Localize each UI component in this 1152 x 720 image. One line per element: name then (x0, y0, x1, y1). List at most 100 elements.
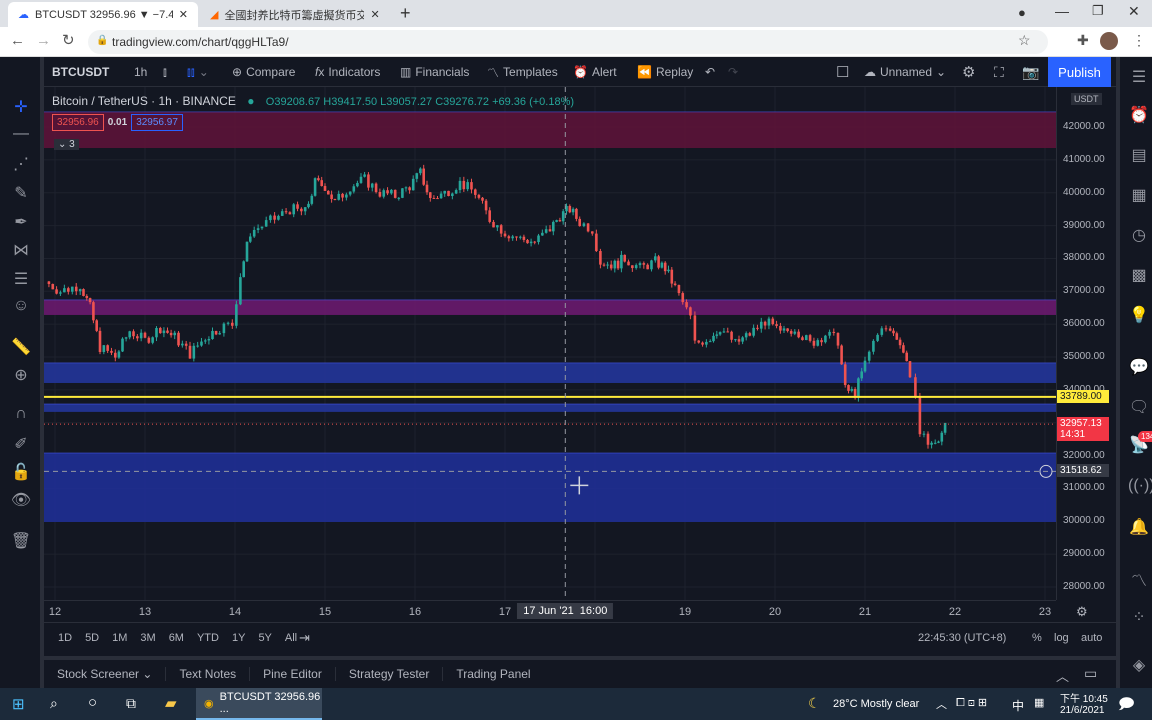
candles-style-icon[interactable]: ⫾⫾ ⌄ (187, 57, 209, 87)
trend-line-tool-icon[interactable]: — (10, 125, 32, 147)
range-button-1m[interactable]: 1M (112, 632, 127, 644)
tray-icons[interactable]: ⧠ ⊡ ⊞ (956, 696, 987, 710)
compare-button[interactable]: ⊕ Compare (232, 57, 295, 87)
clock-time[interactable]: 下午 10:45 (1060, 690, 1108, 705)
buy-price-button[interactable]: 32956.97 (131, 114, 183, 131)
broadcast-icon[interactable]: ((·)) (1128, 477, 1152, 499)
close-tab-icon[interactable]: ✕ (370, 8, 379, 21)
range-button-6m[interactable]: 6M (169, 632, 184, 644)
pen-tool-icon[interactable]: ✒ (10, 212, 32, 234)
url-input[interactable]: 🔒 tradingview.com/chart/qggHLTa9/ (88, 30, 1048, 54)
tab-trading-panel[interactable]: Trading Panel (443, 667, 543, 681)
zoom-in-icon[interactable]: ⊕ (10, 365, 32, 387)
crosshair-tool-icon[interactable]: ✛ (10, 97, 32, 119)
redo-button[interactable]: ↷ (728, 57, 738, 87)
settings-gear-icon[interactable]: ⚙ (962, 57, 975, 87)
price-axis[interactable]: 42000.00 41000.00 40000.00 39000.00 38000.00… (1056, 87, 1116, 600)
emoji-icon[interactable]: ☺ (10, 297, 32, 319)
windows-start-icon[interactable]: ⊞ (12, 695, 25, 713)
range-button-1y[interactable]: 1Y (232, 632, 245, 644)
templates-button[interactable]: 〽 Templates (487, 57, 558, 87)
tray-chevron-up-icon[interactable]: ︿ (936, 696, 947, 712)
browser-tab[interactable]: ◢ 全國封养比特币籌虛擬货币交易 ✕ (200, 2, 390, 27)
reload-button[interactable]: ↻ (62, 31, 75, 49)
alert-button[interactable]: ⏰ Alert (573, 57, 617, 87)
percent-scale-toggle[interactable]: % (1032, 632, 1042, 644)
messages-icon[interactable]: 🗨 (1128, 397, 1150, 419)
time-axis[interactable]: 12 13 14 15 16 17 19 20 21 22 23 17 Jun '21 16:00 (44, 600, 1056, 622)
new-tab-button[interactable]: + (400, 3, 411, 24)
tab-strategy-tester[interactable]: Strategy Tester (336, 667, 444, 681)
tab-pine-editor[interactable]: Pine Editor (250, 667, 336, 681)
bookmark-star-icon[interactable]: ☆ (1018, 32, 1031, 49)
news-icon[interactable]: ▦ (1128, 185, 1150, 207)
avatar[interactable] (1100, 32, 1118, 50)
taskbar-chrome-app[interactable]: ◉ BTCUSDT 32956.96 ... (196, 688, 322, 720)
close-window-button[interactable]: ✕ (1128, 3, 1140, 20)
bar-style-icon[interactable]: ⫾ (163, 57, 167, 87)
eye-icon[interactable]: 👁 (10, 490, 32, 512)
ime-indicator[interactable]: 中 (1012, 697, 1024, 714)
fib-tool-icon[interactable]: ⋰ (10, 154, 32, 176)
trash-icon[interactable]: 🗑 (10, 531, 32, 553)
financials-button[interactable]: ▥ Financials (400, 57, 469, 87)
ime-grid-icon[interactable]: ▦ (1034, 696, 1044, 709)
layout-name-button[interactable]: ☁ Unnamed ⌄ (864, 57, 946, 87)
undo-button[interactable]: ↶ (705, 57, 715, 87)
hotlist-icon[interactable]: ▩ (1128, 265, 1150, 287)
file-explorer-icon[interactable]: ▰ (165, 694, 177, 712)
lock-drawings-icon[interactable]: ✐ (10, 434, 32, 456)
range-button-ytd[interactable]: YTD (197, 632, 219, 644)
publish-button[interactable]: Publish (1048, 57, 1111, 87)
clock-date[interactable]: 21/6/2021 (1060, 705, 1105, 716)
tab-stock-screener[interactable]: Stock Screener ⌄ (44, 667, 167, 681)
magnet-icon[interactable]: ∩ (10, 405, 32, 427)
notifications-icon[interactable]: 🗩 (1118, 694, 1135, 719)
go-to-date-icon[interactable]: ⇥ (299, 630, 310, 646)
alerts-clock-icon[interactable]: ⏰ (1128, 105, 1150, 127)
symbol-search-button[interactable]: BTCUSDT (52, 57, 109, 87)
trend-icon[interactable]: 〽 (1128, 567, 1150, 590)
layout-select-icon[interactable]: ☐ (836, 57, 849, 87)
auto-scale-toggle[interactable]: auto (1081, 632, 1102, 644)
weather-text[interactable]: 28°C Mostly clear (833, 698, 919, 710)
layers-icon[interactable]: ◈ (1128, 655, 1150, 677)
close-tab-icon[interactable]: ✕ (179, 8, 188, 21)
axis-settings-gear-icon[interactable]: ⚙ (1076, 604, 1088, 620)
bell-icon[interactable]: 🔔 (1128, 517, 1150, 539)
browser-menu-icon[interactable]: ⋮ (1132, 32, 1146, 49)
restore-button[interactable]: ❐ (1092, 3, 1104, 19)
brush-tool-icon[interactable]: ✎ (10, 183, 32, 205)
replay-button[interactable]: ⏪ Replay (637, 57, 693, 87)
lock-icon[interactable]: 🔓 (10, 462, 32, 484)
ruler-icon[interactable]: 📏 (10, 337, 32, 359)
streams-icon[interactable]: 📡134 (1128, 431, 1152, 457)
fullscreen-icon[interactable]: ⛶ (994, 57, 1004, 87)
profile-indicator-icon[interactable]: ● (1018, 5, 1026, 20)
range-button-5d[interactable]: 5D (85, 632, 99, 644)
interval-button[interactable]: 1h (134, 57, 147, 87)
cortana-icon[interactable]: ○ (88, 694, 97, 711)
log-scale-toggle[interactable]: log (1054, 632, 1069, 644)
range-button-1d[interactable]: 1D (58, 632, 72, 644)
camera-snapshot-icon[interactable]: 📷 (1022, 57, 1039, 87)
indicators-button[interactable]: fx Indicators (315, 57, 380, 87)
range-button-all[interactable]: All (285, 632, 297, 644)
dom-icon[interactable]: ⁘ (1128, 607, 1150, 629)
tab-text-notes[interactable]: Text Notes (166, 667, 251, 681)
price-chart[interactable] (44, 87, 1056, 600)
watchlist-icon[interactable]: ☰ (1128, 67, 1150, 89)
range-button-3m[interactable]: 3M (140, 632, 155, 644)
expand-panel-chevron-up-icon[interactable]: ︿ (1056, 666, 1069, 685)
calendar-clock-icon[interactable]: ◷ (1128, 225, 1150, 247)
back-button[interactable]: ← (10, 32, 25, 49)
minimize-button[interactable]: — (1055, 3, 1069, 19)
range-button-5y[interactable]: 5Y (258, 632, 271, 644)
pattern-tool-icon[interactable]: ⋈ (10, 240, 32, 262)
forward-button[interactable]: → (36, 32, 51, 49)
extensions-icon[interactable]: ✚ (1077, 32, 1089, 49)
search-icon[interactable]: ⌕ (50, 695, 58, 712)
maximize-panel-icon[interactable]: ▭ (1084, 665, 1097, 682)
data-window-icon[interactable]: ▤ (1128, 145, 1150, 167)
sell-price-button[interactable]: 32956.96 (52, 114, 104, 131)
